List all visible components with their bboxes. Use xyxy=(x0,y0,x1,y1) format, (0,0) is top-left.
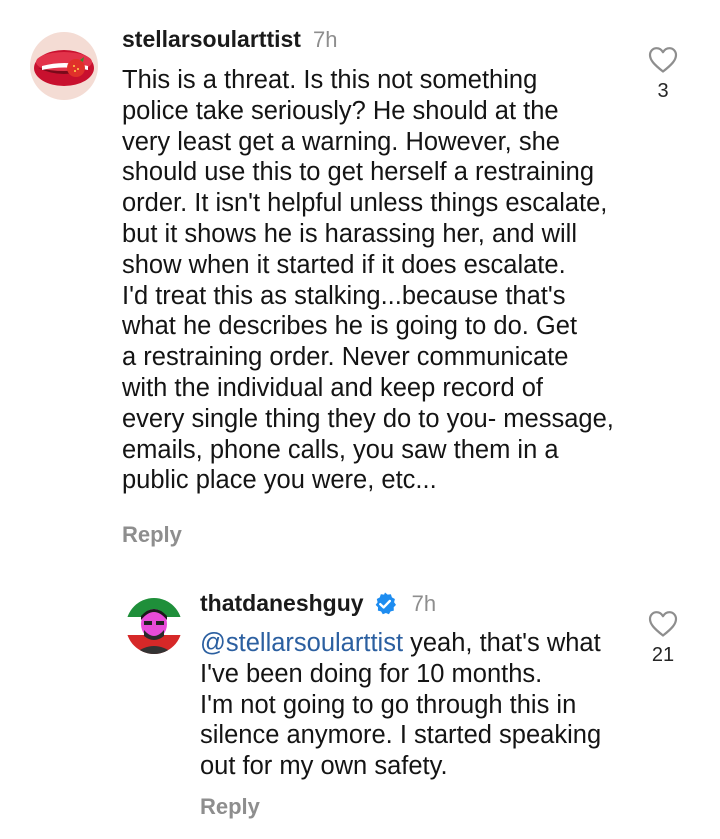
comment-line: with the individual and keep record of xyxy=(122,373,544,402)
comment-line: public place you were, etc... xyxy=(122,466,437,495)
heart-icon[interactable] xyxy=(648,46,678,74)
like-button[interactable]: 3 xyxy=(633,46,693,103)
reply-button[interactable]: Reply xyxy=(122,522,182,548)
comment-text: @stellarsoularttist yeah, that's what I'… xyxy=(200,628,630,782)
comment-line: a restraining order. Never communicate xyxy=(122,343,569,372)
comment-line: but it shows he is harassing her, and wi… xyxy=(122,219,577,248)
comment-line: I'd treat this as stalking...because tha… xyxy=(122,281,566,310)
reply-button[interactable]: Reply xyxy=(200,794,260,820)
timestamp: 7h xyxy=(411,590,437,616)
comment-line: out for my own safety. xyxy=(200,752,448,781)
comment-text: This is a threat. Is this not something … xyxy=(122,65,642,496)
verified-badge-icon xyxy=(375,592,396,614)
comment-line: This is a threat. Is this not something xyxy=(122,66,538,94)
lips-strawberry-avatar-icon xyxy=(30,32,98,100)
comment-line: very least get a warning. However, she xyxy=(122,127,560,156)
comment-header: thatdaneshguy 7h xyxy=(200,590,436,617)
comment-stellarsoularttist: stellarsoularttist 7h This is a threat. … xyxy=(0,0,720,560)
like-count: 3 xyxy=(657,80,669,102)
comment-line: what he describes he is going to do. Get xyxy=(122,312,578,341)
like-button[interactable]: 21 xyxy=(633,610,693,667)
comment-header: stellarsoularttist 7h xyxy=(122,26,337,53)
comment-line: order. It isn't helpful unless things es… xyxy=(122,189,608,218)
comment-line: every single thing they do to you- messa… xyxy=(122,404,614,433)
comment-line: I've been doing for 10 months. xyxy=(200,659,543,688)
comment-line: @stellarsoularttist yeah, that's what xyxy=(200,628,630,659)
comment-line: silence anymore. I started speaking xyxy=(200,721,602,750)
comment-line: I'm not going to go through this in xyxy=(200,690,577,719)
avatar[interactable] xyxy=(126,598,182,654)
comment-line-rest: yeah, that's what xyxy=(403,629,601,657)
heart-icon[interactable] xyxy=(648,610,678,638)
comment-thatdaneshguy: thatdaneshguy 7h @stellarsoularttist yea… xyxy=(0,570,720,839)
comment-line: should use this to get herself a restrai… xyxy=(122,158,595,187)
username[interactable]: stellarsoularttist xyxy=(122,26,301,53)
username[interactable]: thatdaneshguy xyxy=(200,590,364,617)
avatar[interactable] xyxy=(30,32,98,100)
man-flag-avatar-icon xyxy=(126,598,182,654)
mention-link[interactable]: @stellarsoularttist xyxy=(200,629,403,657)
timestamp: 7h xyxy=(312,26,338,52)
comment-line: police take seriously? He should at the xyxy=(122,96,559,125)
comment-line: show when it started if it does escalate… xyxy=(122,250,566,279)
comment-line: emails, phone calls, you saw them in a xyxy=(122,435,559,464)
like-count: 21 xyxy=(651,644,675,666)
